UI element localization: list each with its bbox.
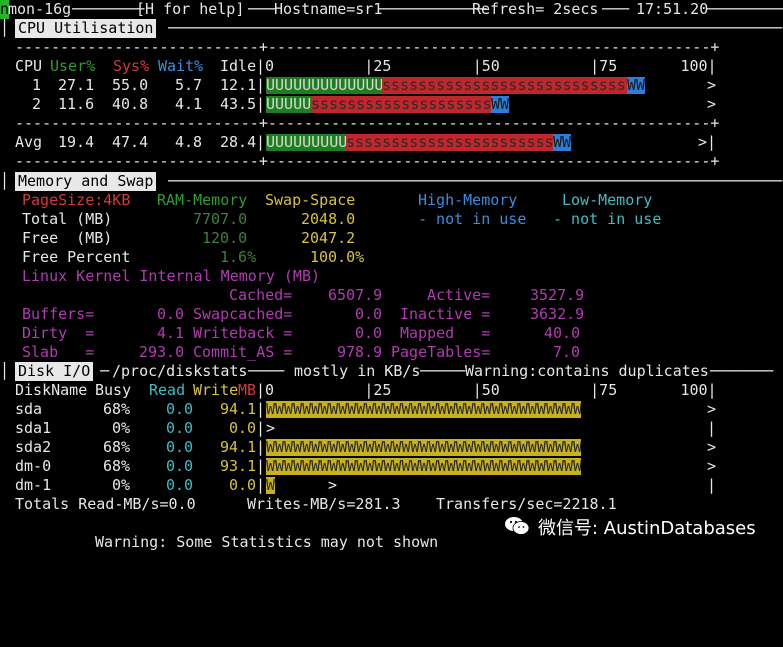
- cpu-bar-user: UUUUUUUUU: [266, 134, 346, 151]
- kernel-cached-row: Cached= 6507.9 Active= 3527.9: [229, 286, 585, 304]
- cpu-dash-line: ---------------------------+------------…: [15, 114, 720, 132]
- memory-total-row: Total (MB) 7707.0 2048.0 - not in use - …: [22, 210, 662, 228]
- nmon-version: mon-16g: [8, 0, 72, 18]
- memory-section-header: │ Memory and Swap ──────────────────────…: [0, 172, 783, 191]
- disk-row: sda1 0% 0.0 0.0 | > |: [15, 419, 717, 437]
- disk-row: sda2 68% 0.0 94.1 | WWWWWWWWWWWWWWWWWWWW…: [15, 438, 717, 456]
- disk-busy-bar: W: [266, 477, 275, 494]
- wechat-watermark: 微信号: AustinDatabases: [500, 512, 782, 540]
- kernel-memory-title: Linux Kernel Internal Memory (MB): [22, 267, 321, 285]
- memory-header-row: PageSize:4KB RAM-Memory Swap-Space High-…: [22, 191, 653, 209]
- disk-busy-marker: >: [266, 419, 276, 437]
- cpu-avg-row: Avg 19.4 47.4 4.8 28.4 | UUUUUUUUU sssss…: [15, 133, 717, 151]
- cpu-bar-user: UUUUU: [266, 96, 311, 113]
- disk-row: sda 68% 0.0 94.1 | WWWWWWWWWWWWWWWWWWWWW…: [15, 400, 717, 418]
- disk-section-title: Disk I/O: [15, 362, 94, 381]
- cpu-row: 2 11.6 40.8 4.1 43.5 | UUUUU sssssssssss…: [32, 95, 717, 113]
- title-bar: n mon-16g ──────── [H for help] ─── Host…: [0, 0, 783, 19]
- cpu-bar-sys: ssssssssssssssssssssssssssss: [382, 77, 627, 94]
- wechat-icon: [505, 517, 530, 535]
- clock: 17:51.20: [636, 0, 709, 18]
- cpu-row: 1 27.1 55.0 5.7 12.1 | UUUUUUUUUUUUUU ss…: [32, 76, 717, 94]
- cpu-bar-user: UUUUUUUUUUUUUU: [266, 77, 382, 94]
- cpu-bar-wait: WW: [491, 96, 509, 113]
- disk-row: dm-0 68% 0.0 93.1 | WWWWWWWWWWWWWWWWWWWW…: [15, 457, 717, 475]
- memory-percent-row: Free Percent 1.6% 100.0%: [22, 248, 365, 266]
- kernel-buffers-row: Buffers= 0.0 Swapcached= 0.0 Inactive = …: [22, 305, 585, 323]
- cpu-section-title: CPU Utilisation: [15, 19, 157, 38]
- kernel-dirty-row: Dirty = 4.1 Writeback = 0.0 Mapped = 40.…: [22, 324, 581, 342]
- memory-free-row: Free (MB) 120.0 2047.2: [22, 229, 356, 247]
- disk-path: /proc/diskstats: [112, 362, 248, 380]
- cpu-bar-wait: WW: [553, 134, 571, 151]
- cpu-dash-line: ---------------------------+------------…: [15, 152, 720, 170]
- disk-busy-bar: WWWWWWWWWWWWWWWWWWWWWWWWWWWWWWWWWWWWWWWW…: [266, 458, 581, 475]
- watermark-text: 微信号: AustinDatabases: [538, 518, 756, 539]
- disk-row: dm-1 0% 0.0 0.0 | W > |: [15, 476, 717, 494]
- disk-section-header: │ Disk I/O ─ /proc/diskstats ──── mostly…: [0, 362, 774, 381]
- cpu-bar-sys: sssssssssssssssssssss: [311, 96, 491, 113]
- refresh-rate: Refresh= 2secs: [472, 0, 599, 18]
- disk-busy-bar: WWWWWWWWWWWWWWWWWWWWWWWWWWWWWWWWWWWWWWWW…: [266, 439, 581, 456]
- memory-section-title: Memory and Swap: [15, 172, 157, 191]
- disk-busy-marker: >: [328, 476, 338, 494]
- cpu-section-header: │ CPU Utilisation ──────────────────────…: [0, 19, 783, 38]
- cpu-header-row: CPU User% Sys% Wait% Idle |0 |25 |50 |75…: [15, 57, 717, 75]
- disk-units: mostly in KB/s: [294, 362, 421, 380]
- cpu-bar-sys: ssssssssssssssssssssssssss: [346, 134, 553, 151]
- cpu-dash-line: ---------------------------+------------…: [15, 38, 720, 56]
- disk-busy-bar: WWWWWWWWWWWWWWWWWWWWWWWWWWWWWWWWWWWWWWWW…: [266, 401, 581, 418]
- cpu-scale: |0 |25 |50 |75 100|: [256, 57, 717, 75]
- help-hint: [H for help]: [136, 0, 245, 18]
- hostname: Hostname=sr1: [274, 0, 383, 18]
- kernel-slab-row: Slab = 293.0 Commit_AS = 978.9 PageTable…: [22, 343, 581, 361]
- disk-header-row: DiskName Busy Read Write MB |0 |25 |50 |…: [15, 381, 717, 399]
- cpu-bar-wait: WW: [627, 77, 645, 94]
- disk-warning: Warning:contains duplicates: [465, 362, 709, 380]
